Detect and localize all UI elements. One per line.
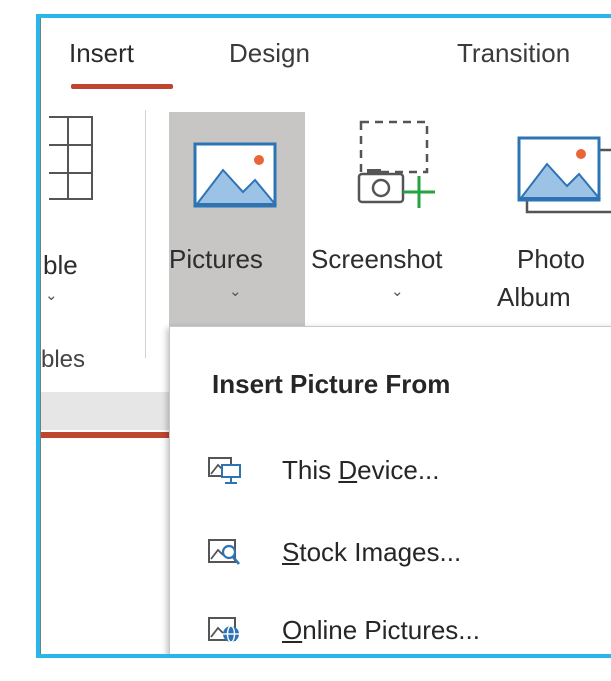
photo-album-label-line2[interactable]: Album (497, 282, 571, 313)
pictures-chevron-icon[interactable]: ⌄ (229, 282, 242, 300)
powerpoint-ribbon: Insert Design Transition ble ⌄ bles Pict… (40, 18, 611, 654)
table-icon[interactable] (49, 116, 93, 200)
tables-group-label: bles (41, 346, 86, 373)
table-chevron-icon[interactable]: ⌄ (45, 286, 58, 304)
menu-item-label: Stock Images... (282, 537, 462, 567)
dropdown-title: Insert Picture From (212, 369, 451, 399)
picture-icon (193, 142, 277, 208)
screenshot-chevron-icon[interactable]: ⌄ (391, 282, 404, 300)
window-frame: Insert Design Transition ble ⌄ bles Pict… (36, 14, 611, 658)
online-pictures-icon (208, 617, 239, 643)
group-separator (145, 110, 146, 358)
tab-design[interactable]: Design (229, 38, 310, 69)
ribbon-collapse-strip (41, 392, 181, 430)
slide-accent-line (41, 432, 181, 438)
tab-transitions[interactable]: Transition (457, 38, 570, 69)
menu-item-stock-images[interactable]: Stock Images... (170, 523, 611, 585)
device-picture-icon (208, 457, 241, 484)
menu-item-online-pictures[interactable]: Online Pictures... (170, 601, 611, 654)
table-button-label[interactable]: ble (43, 250, 78, 281)
tab-insert[interactable]: Insert (69, 38, 134, 69)
active-tab-indicator (71, 84, 173, 89)
screenshot-button-label[interactable]: Screenshot (311, 244, 443, 275)
menu-item-label: This Device... (282, 455, 440, 485)
insert-picture-dropdown: Insert Picture From This Device... Stock… (169, 326, 611, 654)
menu-item-this-device[interactable]: This Device... (170, 441, 611, 503)
stock-images-icon (208, 539, 240, 565)
menu-item-label: Online Pictures... (282, 615, 480, 645)
screenshot-icon[interactable] (353, 118, 443, 214)
photo-album-icon[interactable] (517, 136, 611, 216)
photo-album-label-line1[interactable]: Photo (517, 244, 585, 275)
pictures-button-label[interactable]: Pictures (169, 244, 263, 275)
